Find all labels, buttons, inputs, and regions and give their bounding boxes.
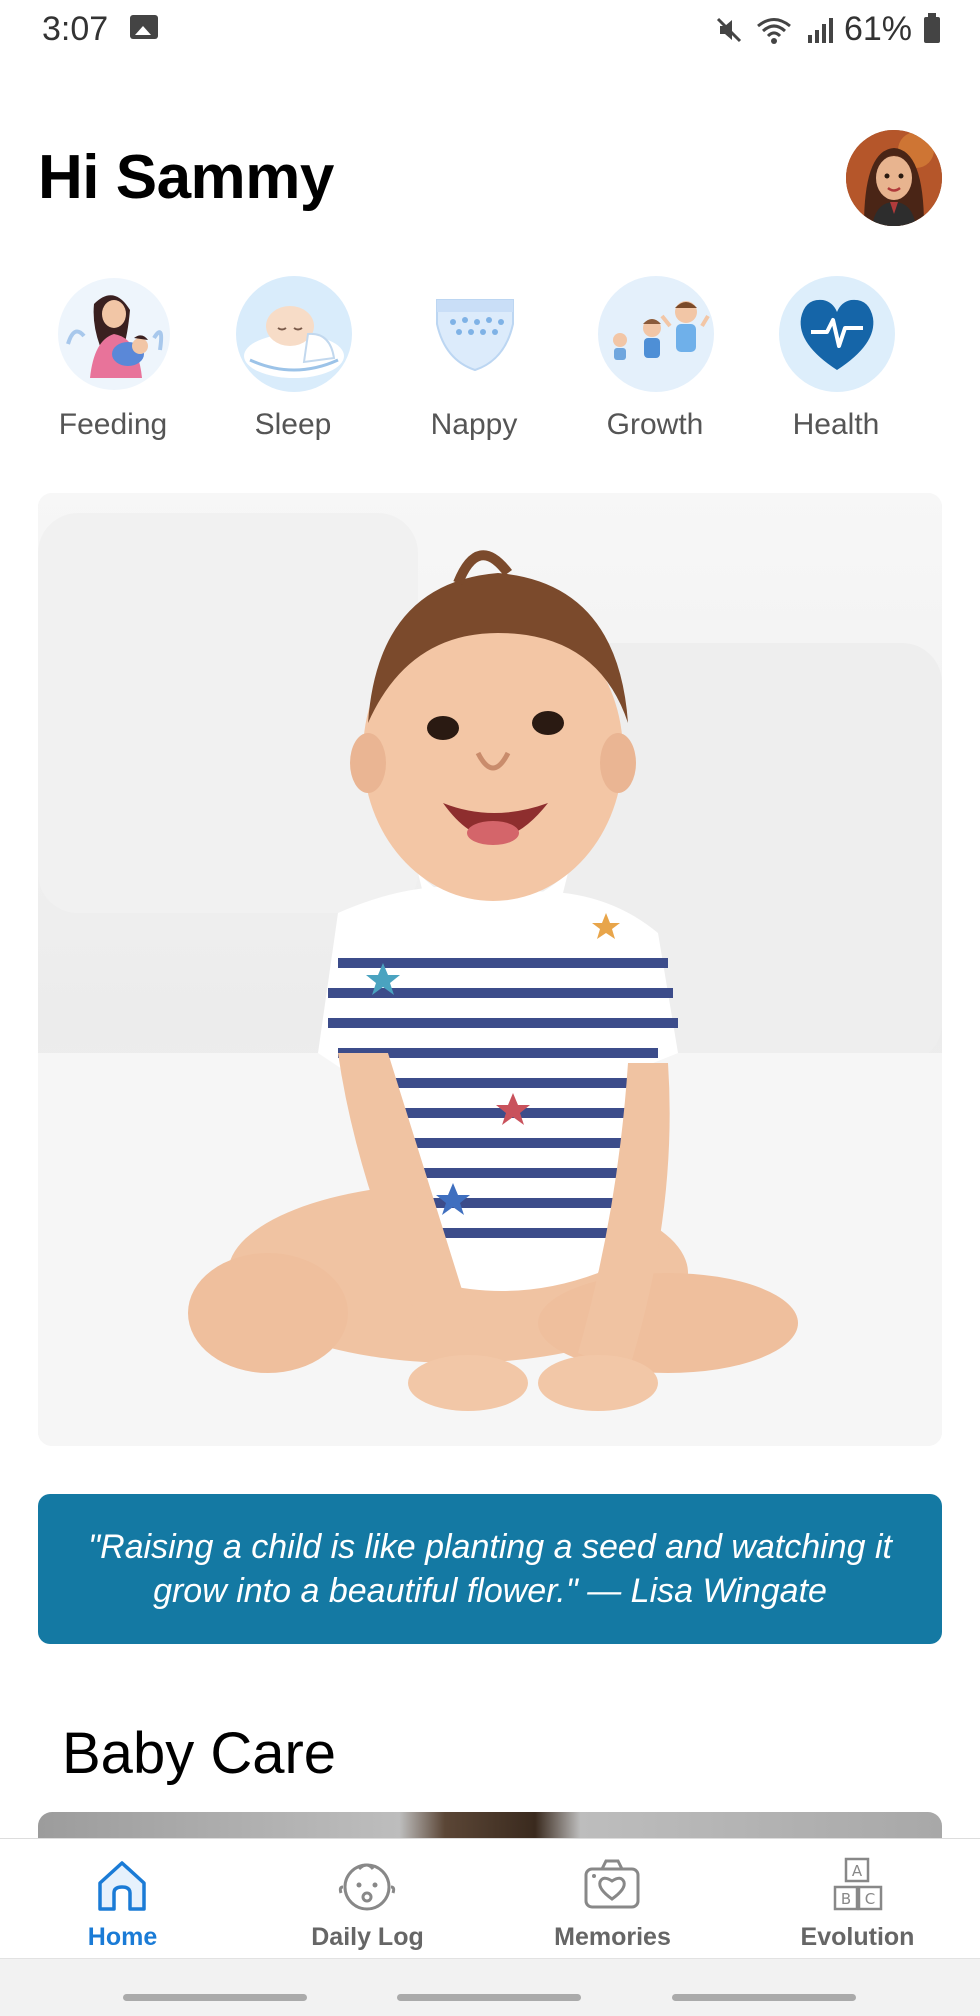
growth-kids-icon [598, 276, 714, 392]
gesture-pill[interactable] [672, 1994, 856, 2001]
baby-photo-illustration [38, 493, 942, 1446]
gesture-pill[interactable] [397, 1994, 581, 2001]
wifi-icon [756, 17, 791, 44]
baby-face-icon [338, 1863, 396, 1911]
category-label: Feeding [58, 408, 168, 441]
nav-label: Home [87, 1923, 158, 1951]
category-nappy[interactable]: Nappy [399, 270, 549, 450]
nav-label: Evolution [800, 1923, 915, 1951]
signal-icon [807, 17, 833, 43]
category-shortcuts: Feeding Sleep Nappy Growth Health [38, 270, 942, 450]
nav-daily-log[interactable]: Daily Log [245, 1839, 490, 1959]
diaper-icon [436, 299, 514, 372]
gallery-icon [130, 15, 158, 39]
quote-banner: "Raising a child is like planting a seed… [38, 1494, 942, 1644]
mute-icon [716, 17, 741, 42]
category-label: Growth [606, 408, 704, 441]
quote-text: "Raising a child is like planting a seed… [88, 1528, 892, 1610]
category-feeding[interactable]: Feeding [38, 270, 188, 450]
category-label: Sleep [254, 408, 332, 441]
nav-label: Daily Log [311, 1923, 424, 1951]
status-time: 3:07 [42, 10, 109, 48]
profile-avatar[interactable] [846, 130, 942, 226]
category-growth[interactable]: Growth [580, 270, 730, 450]
nav-label: Memories [554, 1923, 671, 1951]
category-health[interactable]: Health [761, 270, 911, 450]
heart-pulse-icon [779, 276, 895, 392]
battery-icon [924, 12, 940, 43]
sleeping-baby-icon [236, 276, 352, 392]
baby-care-title: Baby Care [62, 1721, 337, 1786]
nav-memories[interactable]: Memories [490, 1839, 735, 1959]
breastfeeding-icon [58, 278, 170, 390]
svg-text:C: C [865, 1890, 875, 1908]
status-bar: 3:07 61% [0, 0, 980, 60]
svg-text:B: B [841, 1890, 851, 1908]
category-label: Nappy [430, 408, 518, 441]
hero-baby-photo [38, 493, 942, 1446]
category-label: Health [792, 408, 880, 441]
status-icons: 61% [714, 10, 940, 49]
home-icon [98, 1861, 146, 1911]
battery-percent: 61% [843, 10, 912, 48]
bottom-navigation: Home Daily Log Memories A B C Evolution [0, 1838, 980, 1958]
camera-heart-icon [584, 1859, 640, 1909]
nav-home[interactable]: Home [0, 1839, 245, 1959]
svg-text:A: A [852, 1862, 863, 1880]
category-sleep[interactable]: Sleep [218, 270, 368, 450]
abc-blocks-icon: A B C [833, 1857, 883, 1911]
gesture-pill[interactable] [123, 1994, 307, 2001]
nav-evolution[interactable]: A B C Evolution [735, 1839, 980, 1959]
system-gesture-bar [0, 1958, 980, 2016]
avatar-portrait [846, 130, 942, 226]
greeting-title: Hi Sammy [38, 143, 334, 212]
